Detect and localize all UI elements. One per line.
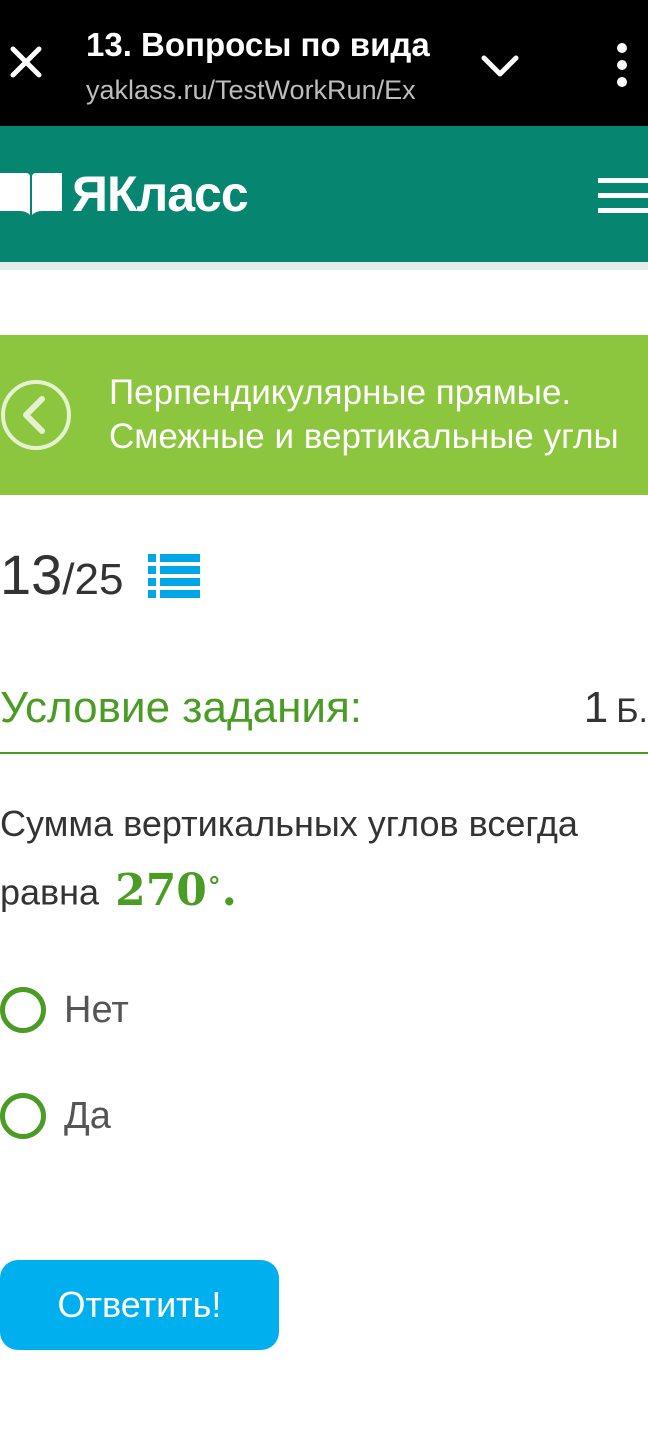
submit-button[interactable]: Ответить! — [0, 1260, 279, 1350]
logo-text: ЯКласс — [72, 166, 249, 222]
close-icon[interactable] — [4, 40, 48, 84]
math-value: 270 — [115, 864, 207, 916]
topic-banner: Перпендикулярные прямые. Смежные и верти… — [0, 335, 648, 495]
page-url: yaklass.ru/TestWorkRun/Ex — [86, 75, 416, 105]
book-icon — [0, 173, 62, 215]
more-vert-icon[interactable] — [600, 40, 644, 90]
header-divider — [0, 262, 648, 270]
total-questions: 25 — [74, 555, 124, 604]
page-title: 13. Вопросы по вида — [86, 26, 430, 63]
points-unit: Б. — [616, 692, 648, 730]
question-line2-text: равна — [0, 871, 100, 913]
question-line2: равна 270∘. — [0, 852, 640, 921]
math-degree: ∘ — [206, 862, 222, 897]
topic-title-line1: Перпендикулярные прямые. — [109, 373, 572, 412]
condition-divider — [0, 752, 648, 754]
chevron-down-icon[interactable] — [478, 44, 522, 88]
condition-label: Условие задания: — [0, 683, 363, 732]
option-label: Да — [64, 1094, 111, 1137]
topic-title: Перпендикулярные прямые. Смежные и верти… — [109, 371, 639, 459]
question-line1: Сумма вертикальных углов всегда — [0, 803, 578, 844]
logo[interactable]: ЯКласс — [0, 166, 249, 222]
list-icon[interactable] — [148, 552, 200, 600]
question-text: Сумма вертикальных углов всегда равна 270… — [0, 796, 640, 921]
question-counter: 13 / 25 — [0, 542, 123, 612]
option-label: Нет — [64, 988, 129, 1031]
math-period: . — [221, 864, 237, 916]
back-circle-icon[interactable] — [0, 379, 72, 451]
points-number: 1 — [583, 683, 609, 732]
topic-title-line2: Смежные и вертикальные углы — [109, 417, 619, 456]
radio-button[interactable] — [0, 1093, 46, 1139]
current-question-number: 13 — [0, 543, 63, 606]
points-value: 1 Б. — [584, 680, 648, 739]
option-yes[interactable]: Да — [0, 1088, 111, 1144]
site-header: ЯКласс — [0, 126, 648, 262]
math-expression: 270∘. — [115, 862, 237, 916]
option-no[interactable]: Нет — [0, 982, 129, 1038]
counter-separator: / — [62, 555, 75, 604]
custom-tab-bar: 13. Вопросы по вида yaklass.ru/TestWorkR… — [0, 0, 648, 126]
hamburger-menu-icon[interactable] — [598, 178, 648, 214]
radio-button[interactable] — [0, 987, 46, 1033]
